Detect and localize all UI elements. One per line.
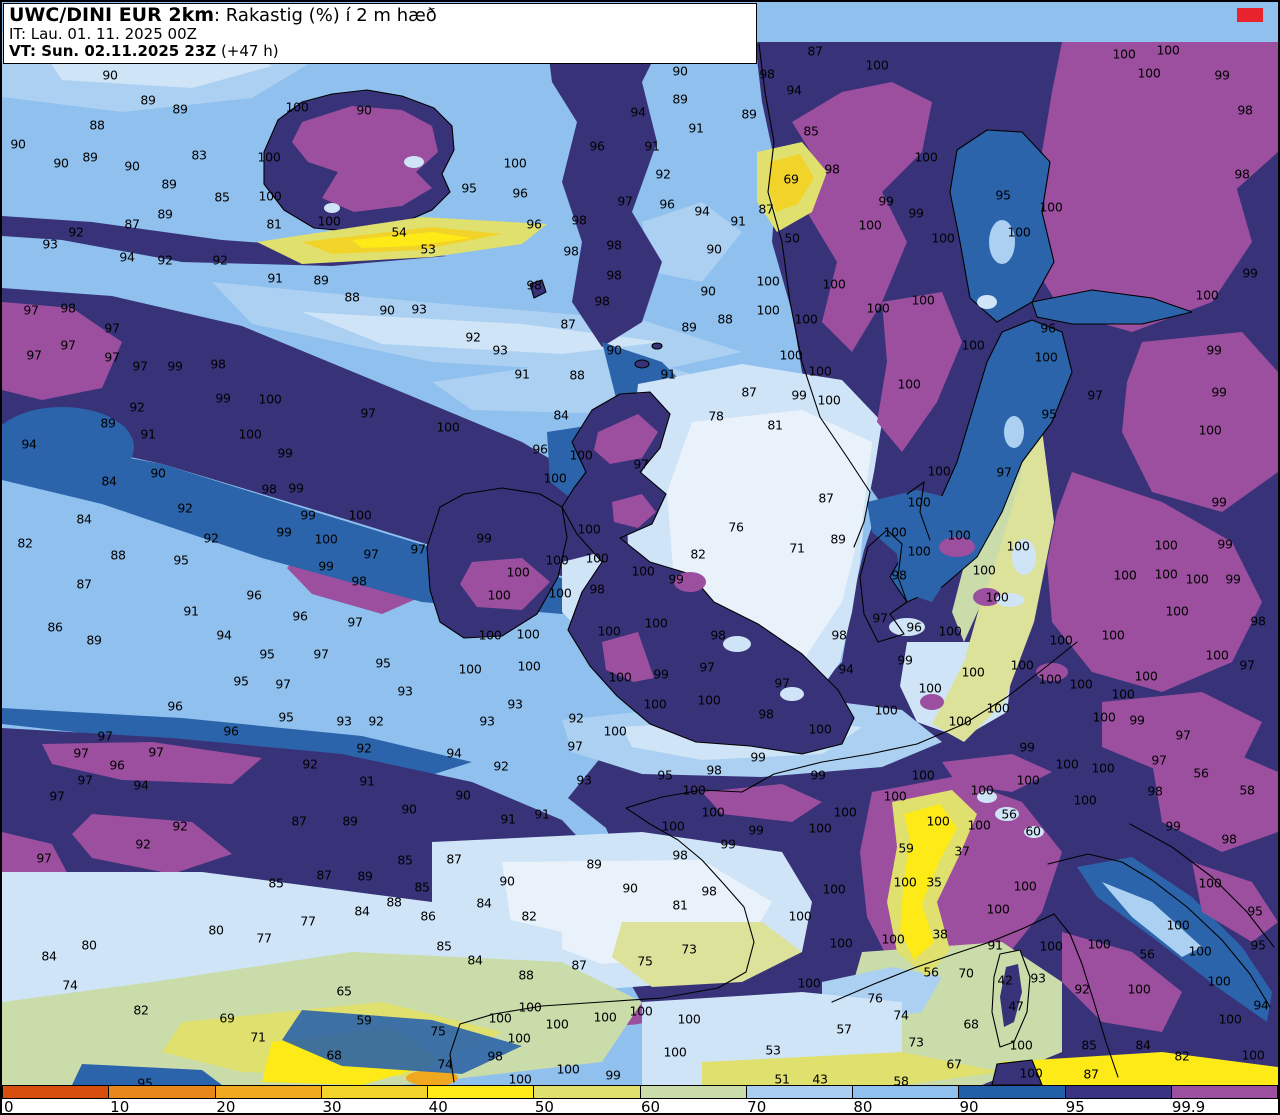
colorbar-tick-label: 70 (747, 1098, 767, 1115)
colorbar-segment (321, 1086, 428, 1098)
colorbar-tick-label: 95 (1065, 1098, 1085, 1115)
colorbar-tick-label: 30 (322, 1098, 342, 1115)
colorbar-segment (215, 1086, 322, 1098)
colorbar-segment (853, 1086, 960, 1098)
colorbar-tick-label: 60 (641, 1098, 661, 1115)
model-name: UWC/DINI EUR 2km (9, 4, 215, 26)
colorbar-segment (959, 1086, 1066, 1098)
colorbar-tick-label: 80 (853, 1098, 873, 1115)
red-marker-badge (1237, 8, 1263, 22)
colorbar-tick-label: 40 (428, 1098, 448, 1115)
color-legend: 0 10 20 30 40 50 60 70 80 90 95 99.9 (2, 1085, 1278, 1113)
colorbar-segment (746, 1086, 853, 1098)
colorbar-segment (1171, 1086, 1277, 1098)
colorbar-tick-label: 50 (534, 1098, 554, 1115)
colorbar-segment (3, 1086, 110, 1098)
init-time: IT: Lau. 01. 11. 2025 00Z (9, 25, 197, 44)
map-title: UWC/DINI EUR 2km: Rakastig (%) í 2 m hæð (9, 4, 751, 26)
colorbar-segment (428, 1086, 535, 1098)
colorbar-tick-label: 99.9 (1171, 1098, 1206, 1115)
colorbar-tick-label: 90 (959, 1098, 979, 1115)
colorbar-segment (640, 1086, 747, 1098)
lead-time: (+47 h) (216, 42, 279, 61)
colorbar-segment (534, 1086, 641, 1098)
valid-time: VT: Sun. 02.11.2025 23Z (+47 h) (9, 43, 751, 60)
colorbar-tick-label: 10 (110, 1098, 130, 1115)
variable-name: : Rakastig (%) í 2 m hæð (214, 5, 437, 26)
map-area: 1009090898988909089908389858987929394929… (2, 2, 1278, 1091)
colorbar-tick-label: 20 (216, 1098, 236, 1115)
legend-tick-labels: 0 10 20 30 40 50 60 70 80 90 95 99.9 (2, 1098, 1276, 1113)
title-box: UWC/DINI EUR 2km: Rakastig (%) í 2 m hæð… (3, 3, 757, 64)
weather-map-canvas (2, 2, 1278, 1085)
weather-map-window: 1009090898988909089908389858987929394929… (0, 0, 1280, 1115)
colorbar-tick-label: 0 (4, 1098, 14, 1115)
colorbar-segment (1065, 1086, 1172, 1098)
valid-time-bold: VT: Sun. 02.11.2025 23Z (9, 42, 217, 61)
colorbar-segment (109, 1086, 216, 1098)
legend-colorbar (2, 1085, 1278, 1099)
